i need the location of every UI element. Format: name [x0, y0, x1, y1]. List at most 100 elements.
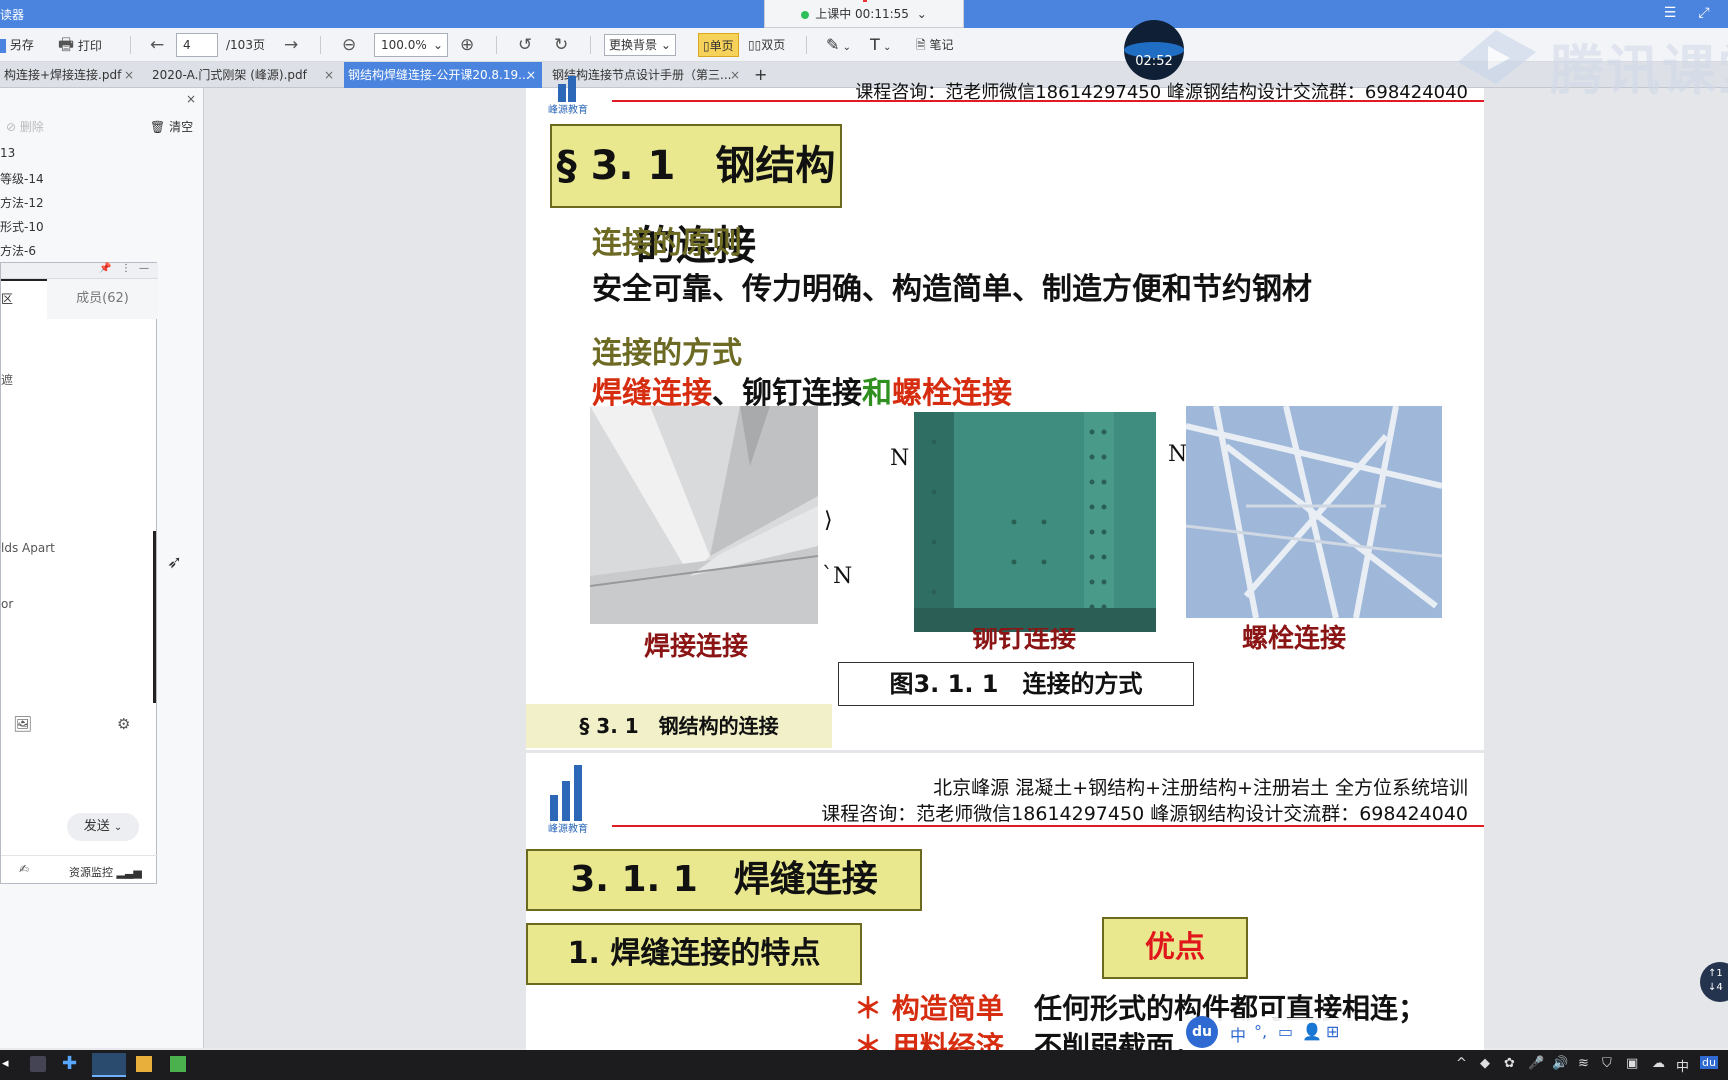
highlight-icon[interactable]: ✎ ⌄: [826, 33, 851, 57]
bookmark-item[interactable]: 等级-14: [0, 170, 44, 187]
baidu-tray-icon[interactable]: du: [1700, 1056, 1718, 1069]
close-icon[interactable]: ×: [186, 92, 196, 106]
double-page-label: 双页: [761, 38, 786, 52]
zoom-out-icon[interactable]: ⊖: [342, 33, 356, 57]
new-tab-button[interactable]: +: [750, 62, 770, 88]
chevron-up-icon[interactable]: ^: [1456, 1056, 1467, 1071]
pin-icon[interactable]: 📌: [99, 263, 111, 274]
chat-message: 遮: [1, 373, 14, 387]
close-icon[interactable]: ×: [730, 62, 740, 88]
prev-page-icon[interactable]: ←: [150, 33, 164, 57]
tab-members[interactable]: 成员(62): [47, 279, 158, 319]
notes-label: 笔记: [929, 38, 954, 52]
tray-app-icon[interactable]: ◆: [1480, 1056, 1490, 1071]
bookmark-item[interactable]: 方法-6: [0, 242, 36, 259]
tencent-classroom-taskbar-icon[interactable]: [92, 1053, 126, 1077]
save-as-button[interactable]: 另存: [0, 33, 34, 57]
bookmark-item[interactable]: 形式-10: [0, 218, 44, 235]
double-page-button[interactable]: ▯▯双页: [748, 33, 785, 57]
toolbar-divider: [496, 36, 497, 54]
more-icon[interactable]: ⋮: [121, 263, 131, 274]
start-icon[interactable]: ◂: [2, 1056, 18, 1072]
bookmark-item[interactable]: 方法-12: [0, 194, 44, 211]
speaker-icon[interactable]: 🔊: [1552, 1056, 1568, 1071]
close-icon[interactable]: ×: [324, 62, 334, 88]
menu-icon[interactable]: ☰: [1660, 3, 1680, 23]
skin-icon[interactable]: ▭: [1278, 1022, 1293, 1041]
print-button[interactable]: 🖶 打印: [58, 33, 102, 57]
toolbar-divider: [806, 36, 807, 54]
live-status-text: 上课中 00:11:55: [815, 7, 909, 21]
tab-label: 钢结构焊缝连接-公开课20.8.19...: [348, 68, 530, 82]
baidu-ime-logo: du: [1186, 1016, 1218, 1048]
clear-button[interactable]: 🗑 清空: [150, 116, 193, 138]
chat-scrollbar[interactable]: [153, 531, 156, 703]
next-page-icon[interactable]: →: [284, 33, 298, 57]
print-label: 打印: [77, 39, 102, 53]
rotate-right-icon[interactable]: ↻: [554, 33, 568, 57]
user-icon[interactable]: 👤: [1302, 1022, 1322, 1041]
calculator-icon[interactable]: [30, 1056, 46, 1072]
shield-icon[interactable]: ⛉: [1602, 1056, 1612, 1071]
ime-lang[interactable]: 中: [1230, 1022, 1246, 1046]
onedrive-icon[interactable]: ☁: [1652, 1056, 1665, 1071]
tab-label: 2020-A.门式刚架 (峰源).pdf: [152, 68, 307, 82]
countdown-timer[interactable]: 02:52: [1124, 20, 1184, 80]
single-page-button[interactable]: ▯单页: [698, 33, 739, 57]
method-and: 和: [862, 376, 892, 411]
header-consult: 课程咨询：范老师微信18614297450 峰源钢结构设计交流群：6984240…: [821, 803, 1468, 825]
settings-icon[interactable]: ⚙: [117, 715, 130, 733]
resource-monitor-button[interactable]: 资源监控 ▂▃▅: [69, 864, 142, 880]
delete-button[interactable]: ⊘ 删除: [6, 116, 44, 138]
principle-text: 安全可靠、传力明确、构造简单、制造方便和节约钢材: [592, 272, 1312, 307]
download-icon: ↓4: [1708, 982, 1723, 993]
tray-app-icon[interactable]: ✿: [1504, 1056, 1515, 1071]
input-lang-indicator[interactable]: 中: [1676, 1056, 1689, 1075]
chevron-down-icon: ⌄: [432, 38, 443, 52]
chevron-down-icon: ⌄: [916, 7, 927, 21]
microphone-icon[interactable]: 🎤: [1528, 1056, 1544, 1071]
zoom-value: 100.0%: [381, 38, 427, 52]
zoom-in-icon[interactable]: ⊕: [460, 33, 474, 57]
network-icon[interactable]: ▣: [1626, 1056, 1638, 1071]
ime-toolbar[interactable]: du 中 °, ▭ 👤 ⊞: [1186, 1016, 1356, 1048]
close-icon[interactable]: ×: [124, 62, 134, 88]
toolbar-divider: [590, 36, 591, 54]
section-title: 3. 1. 1 焊缝连接: [526, 849, 922, 911]
reader-app-icon[interactable]: [170, 1056, 186, 1072]
notes-button[interactable]: 🗎 笔记: [916, 33, 954, 57]
app-plus-icon[interactable]: ✚: [62, 1053, 78, 1074]
bookmark-item[interactable]: 13: [0, 146, 15, 160]
force-label-n: N: [1168, 442, 1188, 467]
background-select[interactable]: 更换背景 ⌄: [604, 34, 676, 56]
fengyuan-logo: 峰源教育: [528, 755, 608, 835]
tab-doc-2[interactable]: 2020-A.门式刚架 (峰源).pdf ×: [148, 62, 340, 88]
fullscreen-icon[interactable]: ⤢: [1694, 3, 1714, 23]
live-status-pill[interactable]: 上课中 00:11:55 ⌄: [764, 0, 964, 28]
punctuation-icon[interactable]: °,: [1254, 1022, 1267, 1041]
minimize-icon[interactable]: —: [139, 263, 149, 274]
wifi-icon[interactable]: ≋: [1578, 1056, 1589, 1071]
single-page-icon: ▯: [703, 39, 710, 53]
grid-icon[interactable]: ⊞: [1326, 1022, 1339, 1041]
tab-discussion[interactable]: 区: [1, 279, 47, 319]
text-tool-icon[interactable]: T ⌄: [870, 33, 891, 57]
zoom-select[interactable]: 100.0% ⌄: [374, 33, 448, 57]
rotate-left-icon[interactable]: ↺: [518, 33, 532, 57]
class-chat-window: 📌 ⋮ — 区 成员(62) 遮 lds Apart or 🖼 ⚙ 发送 ⌄ ✍…: [0, 262, 158, 884]
tab-label: 构连接+焊接连接.pdf: [4, 68, 122, 82]
folder-icon[interactable]: [136, 1056, 152, 1072]
caption-bolt: 螺栓连接: [1242, 624, 1347, 654]
hook-mark: ⟩: [824, 508, 833, 533]
tab-doc-1[interactable]: 构连接+焊接连接.pdf ×: [0, 62, 140, 88]
page-number-input[interactable]: 4: [176, 33, 218, 57]
methods-heading: 连接的方式: [592, 336, 742, 371]
tab-doc-3[interactable]: 钢结构焊缝连接-公开课20.8.19... ×: [344, 62, 542, 88]
signature-icon[interactable]: ✍: [19, 862, 29, 876]
image-icon[interactable]: 🖼: [13, 715, 32, 733]
tab-members-label: 成员(62): [76, 291, 129, 306]
send-button[interactable]: 发送 ⌄: [67, 813, 139, 841]
force-label-n: `N: [822, 564, 853, 589]
tab-discussion-label: 区: [1, 292, 14, 306]
live-dot-icon: [801, 10, 810, 19]
